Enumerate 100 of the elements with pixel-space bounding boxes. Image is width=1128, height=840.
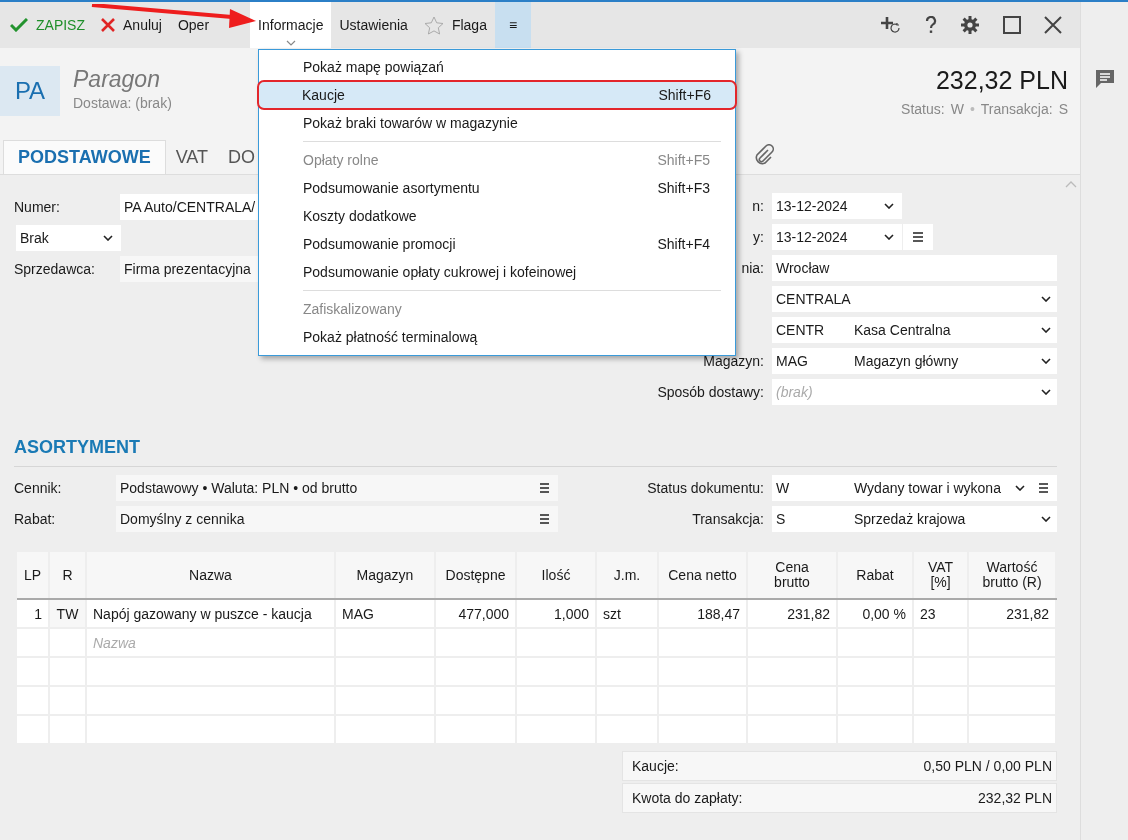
star-icon — [423, 15, 444, 35]
field-label: nia: — [741, 260, 764, 276]
menu-item[interactable]: Pokaż mapę powiązań — [259, 53, 735, 81]
field-label: Sprzedawca: — [14, 261, 96, 277]
menu-icon — [539, 483, 550, 493]
toolbar-button[interactable]: Flaga — [415, 2, 495, 48]
column-header[interactable]: Dostępne — [436, 552, 517, 598]
date-field[interactable]: 13-12-2024 — [772, 224, 902, 250]
field-label: n: — [752, 198, 764, 214]
paperclip-icon[interactable] — [754, 144, 774, 166]
field-label: Magazyn: — [703, 353, 764, 369]
checkmark-icon — [10, 18, 28, 32]
field-label: Rabat: — [14, 511, 57, 527]
transaction-value: S — [1058, 101, 1068, 117]
document-title: Paragon — [73, 66, 161, 93]
table-cell: TW — [50, 600, 87, 629]
column-header[interactable]: Wartość brutto (R) — [969, 552, 1057, 598]
menu-icon[interactable] — [903, 224, 933, 250]
table-cell: szt — [597, 600, 659, 629]
table-cell: 1 — [17, 600, 50, 629]
caret-icon — [285, 40, 296, 46]
help-icon[interactable] — [925, 16, 937, 34]
field-label: Transakcja: — [692, 511, 764, 527]
status-label: Status: — [901, 101, 945, 117]
document-type-badge: PA — [0, 66, 60, 116]
menu-item[interactable]: Koszty dodatkowe — [259, 202, 735, 230]
column-header[interactable]: LP — [17, 552, 50, 598]
toolbar-button[interactable]: Oper — [169, 2, 218, 48]
settings-icon[interactable] — [960, 15, 980, 35]
table-cell: 23 — [914, 600, 969, 629]
cross-icon — [101, 18, 115, 32]
selector-field[interactable]: Podstawowy • Waluta: PLN • od brutto — [116, 475, 558, 501]
table-cell: 1,000 — [517, 600, 597, 629]
tab[interactable]: PODSTAWOWE — [3, 140, 166, 174]
column-header[interactable]: Rabat — [838, 552, 914, 598]
chevron-down-icon — [1015, 485, 1025, 491]
menu-item[interactable]: Pokaż braki towarów w magazynie — [259, 109, 735, 137]
toolbar-button[interactable]: Informacje — [250, 2, 332, 48]
table-cell: Napój gazowany w puszce - kaucja — [87, 600, 336, 629]
text-field[interactable]: Wrocław — [772, 255, 1057, 281]
transaction-label: Transakcja: — [980, 101, 1053, 117]
date-field[interactable]: 13-12-2024 — [772, 193, 902, 219]
table-cell: 477,000 — [436, 600, 517, 629]
menu-item[interactable]: Kaucje Shift+F6 — [258, 81, 736, 109]
field-label: Status dokumentu: — [647, 480, 764, 496]
column-header[interactable]: VAT [%] — [914, 552, 969, 598]
chevron-down-icon — [884, 234, 894, 240]
total-amount: 232,32 PLN — [935, 66, 1068, 95]
menu-item[interactable]: Podsumowanie opłaty cukrowej i kofeinowej — [259, 258, 735, 286]
table-cell: 188,47 — [659, 600, 748, 629]
table-cell: MAG — [336, 600, 436, 629]
summary-value: 0,50 PLN / 0,00 PLN — [923, 758, 1052, 774]
summary-label: Kwota do zapłaty: — [632, 790, 743, 806]
table-cell: 0,00 % — [838, 600, 914, 629]
menu-item[interactable]: Pokaż płatność terminalową — [259, 323, 735, 351]
maximize-icon[interactable] — [1003, 16, 1021, 34]
menu-item[interactable]: Podsumowanie promocji Shift+F4 — [259, 230, 735, 258]
field-label: y: — [753, 229, 764, 245]
chevron-down-icon — [1041, 358, 1051, 364]
text-field[interactable]: PA Auto/CENTRALA/ — [120, 194, 258, 220]
column-header[interactable]: R — [50, 552, 87, 598]
menu-icon — [539, 514, 550, 524]
summary-label: Kaucje: — [632, 758, 679, 774]
chevron-down-icon — [103, 235, 113, 241]
chevron-down-icon — [1041, 296, 1051, 302]
tab[interactable]: VAT — [165, 140, 218, 174]
summary-value: 232,32 PLN — [978, 790, 1052, 806]
chevron-down-icon — [1041, 327, 1051, 333]
column-header[interactable]: Magazyn — [336, 552, 436, 598]
separator-dot: • — [969, 101, 975, 117]
column-header[interactable]: Nazwa — [87, 552, 336, 598]
dropdown[interactable]: CENTR Kasa Centralna — [772, 317, 1057, 343]
toolbar-button[interactable]: ≡ — [494, 2, 532, 48]
dropdown[interactable]: Brak — [16, 225, 121, 251]
table-cell: 231,82 — [969, 600, 1057, 629]
chevron-down-icon — [1041, 516, 1051, 522]
dropdown[interactable]: CENTRALA — [772, 286, 1057, 312]
status-value: W — [950, 101, 964, 117]
delivery-text: Dostawa: (brak) — [73, 95, 172, 111]
field-label: Numer: — [14, 199, 61, 215]
column-header[interactable]: J.m. — [597, 552, 659, 598]
table-cell: 231,82 — [748, 600, 838, 629]
field-label: Cennik: — [14, 480, 63, 496]
menu-item[interactable]: Podsumowanie asortymentu Shift+F3 — [259, 174, 735, 202]
toolbar-button[interactable]: Anuluj — [93, 2, 170, 48]
close-icon[interactable] — [1044, 16, 1062, 34]
chevron-down-icon — [884, 203, 894, 209]
toolbar-button[interactable]: Ustawienia — [331, 2, 416, 48]
field-label: Sposób dostawy: — [657, 384, 764, 400]
add-icon[interactable] — [880, 15, 902, 35]
dropdown[interactable]: W Wydany towar i wykona — [772, 475, 1057, 501]
section-heading: ASORTYMENT — [14, 437, 1057, 467]
selector-field[interactable]: Domyślny z cennika — [116, 506, 558, 532]
column-header[interactable]: Ilość — [517, 552, 597, 598]
column-header[interactable]: Cena brutto — [748, 552, 838, 598]
dropdown[interactable]: S Sprzedaż krajowa — [772, 506, 1057, 532]
dropdown[interactable]: MAG Magazyn główny — [772, 348, 1057, 374]
menu-icon — [1038, 483, 1049, 493]
comment-icon[interactable] — [1093, 68, 1116, 90]
column-header[interactable]: Cena netto — [659, 552, 748, 598]
